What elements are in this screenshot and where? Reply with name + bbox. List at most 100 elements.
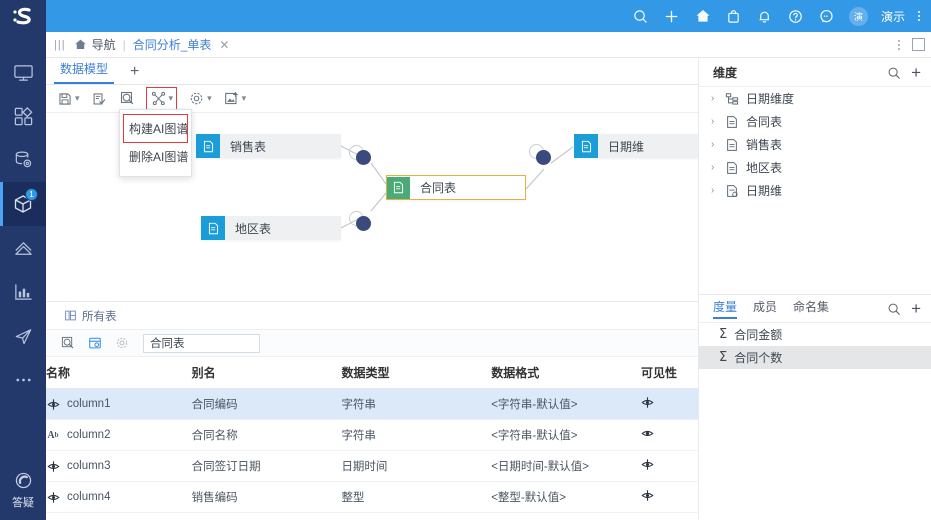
table-settings-icon[interactable]	[87, 336, 102, 351]
breadcrumb-home-label[interactable]: 导航	[92, 36, 116, 53]
chevron-right-icon[interactable]: ›	[711, 139, 719, 150]
table-node-contract[interactable]: 合同表	[386, 175, 526, 200]
tab-named-sets[interactable]: 命名集	[793, 298, 829, 319]
column-header-alias[interactable]: 别名	[191, 357, 342, 389]
refresh-search-button[interactable]	[119, 90, 136, 107]
panel-grip-icon[interactable]: |||	[54, 39, 66, 51]
sigma-icon: Σ	[719, 327, 728, 342]
tab-data-model[interactable]: 数据模型	[54, 60, 115, 84]
tree-item-date-table[interactable]: › 日期维	[699, 179, 931, 202]
ai-graph-button[interactable]: ▾	[145, 87, 178, 110]
search-icon[interactable]	[886, 65, 902, 81]
chevron-right-icon[interactable]: ›	[711, 116, 719, 127]
column-header-dataformat[interactable]: 数据格式	[491, 357, 641, 389]
table-icon	[725, 115, 740, 129]
sidebar-item-more[interactable]	[0, 358, 46, 402]
home-icon[interactable]	[694, 7, 712, 25]
bell-icon[interactable]	[756, 7, 774, 25]
menu-item-delete-ai-graph[interactable]: 删除AI图谱	[120, 142, 191, 171]
save-check-button[interactable]	[91, 90, 108, 107]
user-avatar[interactable]: 演	[848, 6, 868, 26]
close-icon[interactable]: ✕	[219, 38, 229, 52]
tree-item-contract-table[interactable]: › 合同表	[699, 110, 931, 133]
vertical-dots-icon[interactable]	[898, 39, 900, 51]
image-add-icon	[223, 90, 240, 107]
chevron-right-icon[interactable]: ›	[711, 162, 719, 173]
table-icon	[725, 138, 740, 152]
logo-icon	[13, 7, 31, 25]
tab-measures[interactable]: 度量	[713, 298, 738, 319]
tab-members[interactable]: 成员	[753, 298, 777, 319]
bag-icon[interactable]	[725, 7, 743, 25]
sidebar-item-apps[interactable]	[0, 94, 46, 138]
eye-off-icon[interactable]	[641, 458, 654, 471]
menu-item-build-ai-graph[interactable]: 构建AI图谱	[123, 114, 188, 143]
all-tables-label[interactable]: 所有表	[82, 308, 117, 324]
app-logo[interactable]	[0, 0, 46, 32]
add-measure-button[interactable]: +	[911, 300, 921, 317]
maximize-icon[interactable]	[912, 38, 925, 51]
eye-off-icon[interactable]	[641, 489, 654, 502]
breadcrumb-separator: |	[122, 37, 126, 52]
cell-dataformat: <字符串-默认值>	[491, 419, 641, 451]
tree-item-region-table[interactable]: › 地区表	[699, 156, 931, 179]
search-icon[interactable]	[886, 301, 902, 317]
more-dots-icon	[15, 378, 31, 382]
chat-icon[interactable]	[818, 7, 836, 25]
support-button[interactable]: 答疑	[12, 470, 34, 520]
cell-datatype: 日期时间	[341, 450, 492, 482]
table-node-date[interactable]: 日期维	[574, 134, 714, 158]
cell-datatype: 字符串	[341, 388, 492, 420]
eye-icon[interactable]	[641, 427, 654, 440]
present-button[interactable]: 演示	[881, 8, 905, 25]
sidebar-item-database[interactable]	[0, 138, 46, 182]
measure-item-count[interactable]: Σ 合同个数	[699, 346, 931, 369]
table-search-input[interactable]	[143, 333, 260, 353]
table-node-region[interactable]: 地区表	[201, 216, 341, 240]
home-icon[interactable]	[74, 38, 87, 51]
plus-icon[interactable]	[663, 7, 681, 25]
add-tab-button[interactable]: +	[130, 63, 139, 84]
chevron-right-icon[interactable]: ›	[711, 185, 719, 196]
eye-off-icon	[46, 491, 60, 504]
cell-column-name: column2	[67, 429, 111, 441]
table-icon	[201, 216, 225, 240]
sidebar-item-cube[interactable]: 1	[0, 182, 46, 226]
search-icon[interactable]	[60, 336, 75, 351]
sidebar-item-chart[interactable]	[0, 270, 46, 314]
top-bar-actions: 演 演示	[632, 6, 931, 26]
add-image-button[interactable]: ▾	[223, 90, 246, 107]
join-node[interactable]	[356, 150, 371, 165]
hierarchy-icon	[725, 92, 740, 106]
search-icon[interactable]	[632, 7, 650, 25]
cell-alias: 地区编码	[191, 512, 342, 520]
save-button[interactable]: ▾	[56, 90, 80, 107]
settings-button[interactable]: ▾	[188, 90, 212, 107]
breadcrumb-current[interactable]: 合同分析_单表	[133, 36, 212, 53]
measure-item-amount[interactable]: Σ 合同金额	[699, 323, 931, 346]
table-node-sales[interactable]: 销售表	[196, 134, 341, 158]
eye-off-icon[interactable]	[641, 396, 654, 409]
tree-item-date-dimension[interactable]: › 日期维度	[699, 87, 931, 110]
add-dimension-button[interactable]: +	[911, 64, 921, 81]
monitor-icon	[13, 64, 33, 81]
cell-dataformat: <日期时间-默认值>	[491, 450, 641, 482]
chevron-right-icon[interactable]: ›	[711, 93, 719, 104]
breadcrumb: ||| 导航 | 合同分析_单表 ✕	[46, 32, 931, 58]
help-icon[interactable]	[787, 7, 805, 25]
cell-dataformat: <字符串-默认值>	[491, 388, 641, 420]
right-panel: 维度 + › 日期维度 › 合同表 › 销售表 › 地区表 › 日期维 度量 成…	[698, 59, 931, 520]
column-header-name[interactable]: 名称	[46, 357, 192, 389]
cell-datatype: 字符串	[341, 419, 492, 451]
cell-column-name: column1	[67, 398, 111, 410]
gear-icon[interactable]	[114, 336, 129, 351]
sidebar-item-monitor[interactable]	[0, 50, 46, 94]
sidebar-item-send[interactable]	[0, 314, 46, 358]
join-node[interactable]	[356, 216, 371, 231]
tree-item-sales-table[interactable]: › 销售表	[699, 133, 931, 156]
vertical-dots-icon[interactable]	[918, 10, 920, 22]
sidebar-item-layers[interactable]	[0, 226, 46, 270]
cell-datatype: 整型	[341, 512, 492, 520]
column-header-datatype[interactable]: 数据类型	[341, 357, 492, 389]
join-node[interactable]	[536, 150, 551, 165]
